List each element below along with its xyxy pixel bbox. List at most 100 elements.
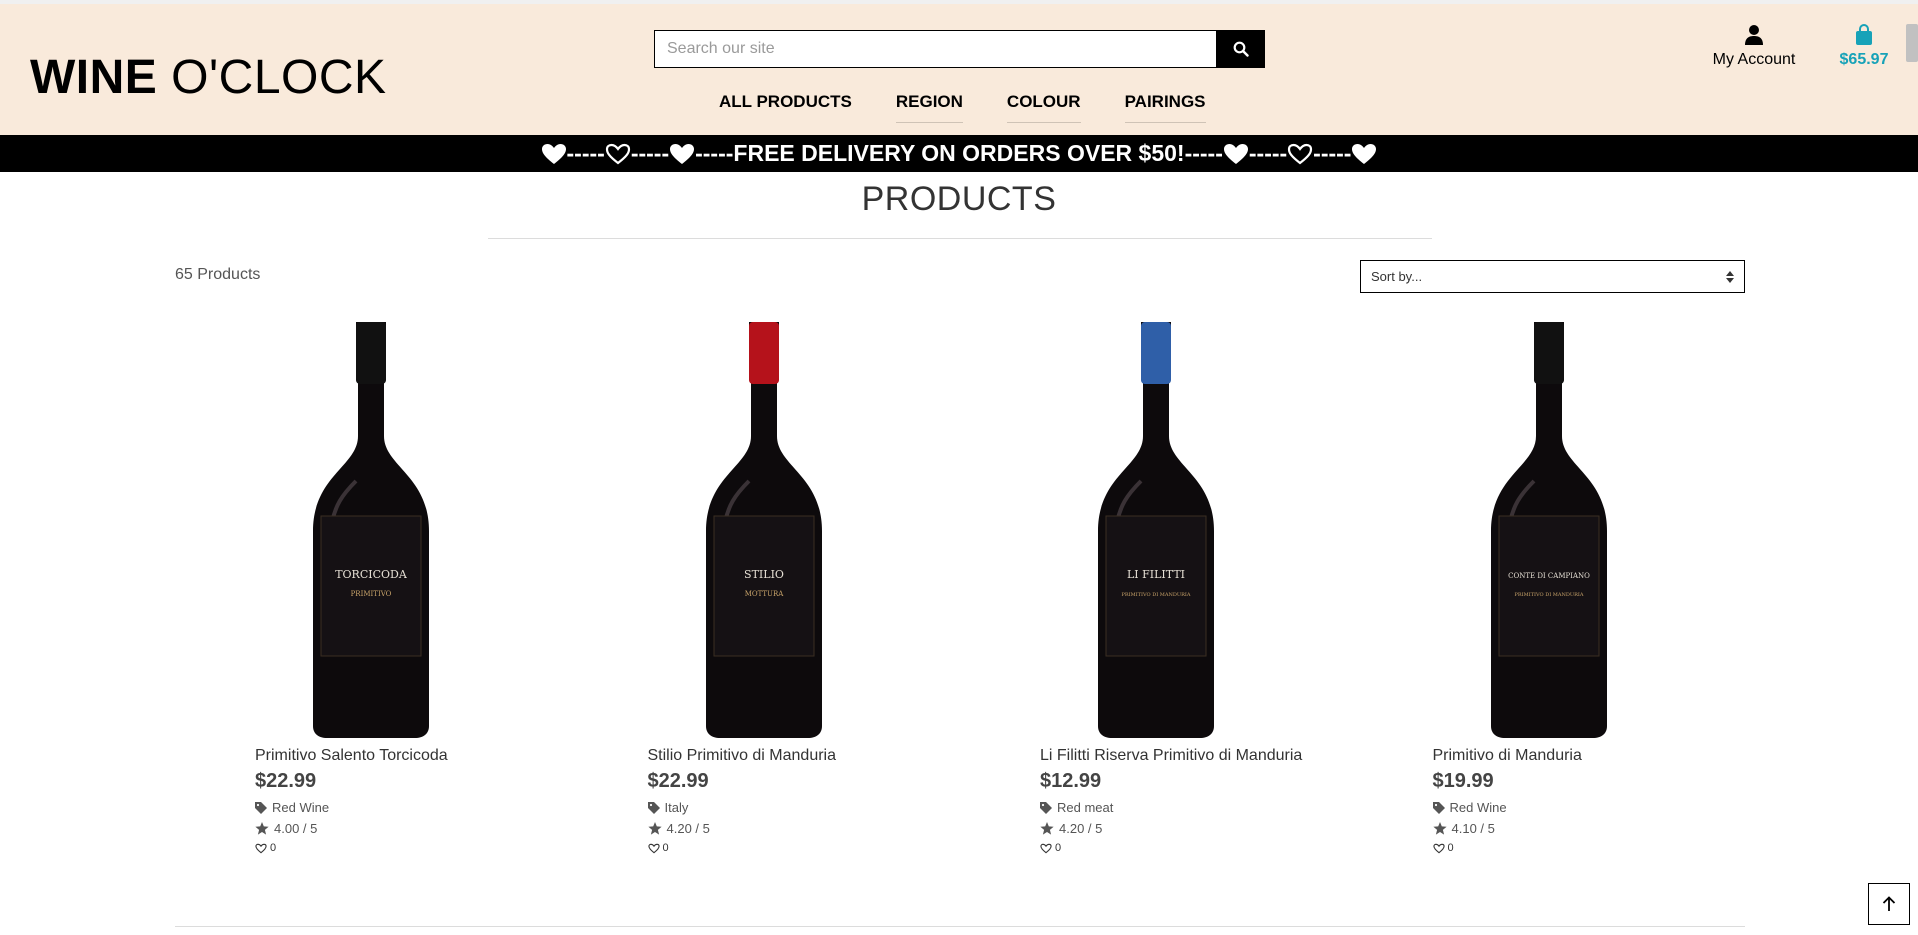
site-header: WINE O'CLOCK ALL PRODUCTS REGION COLOUR … — [0, 0, 1918, 135]
wishlist-button[interactable]: 0 — [255, 842, 568, 854]
wine-bottle-image: CONTE DI CAMPIANO PRIMITIVO DI MANDURIA — [1490, 322, 1607, 738]
product-category-label: Italy — [664, 800, 689, 815]
product-name[interactable]: Primitivo Salento Torcicoda — [255, 747, 568, 765]
search-input[interactable] — [654, 30, 1216, 68]
sort-select[interactable]: Sort by... — [1360, 260, 1745, 293]
product-rating: 4.20 / 5 — [647, 821, 961, 836]
product-image[interactable]: CONTE DI CAMPIANO PRIMITIVO DI MANDURIA — [1353, 310, 1746, 740]
heart-outline-icon — [1040, 843, 1052, 853]
grid-divider — [175, 926, 1745, 927]
nav-colour[interactable]: COLOUR — [1006, 92, 1081, 123]
nav-all-products[interactable]: ALL PRODUCTS — [719, 92, 852, 123]
bottle-capsule — [1533, 322, 1564, 384]
bottle-label-subtitle: PRIMITIVO — [351, 590, 392, 598]
product-name[interactable]: Stilio Primitivo di Manduria — [648, 747, 961, 765]
bottle-label-title: CONTE DI CAMPIANO — [1508, 572, 1590, 580]
product-name[interactable]: Li Filitti Riserva Primitivo di Manduria — [1040, 747, 1353, 765]
heart-outline-icon — [1432, 843, 1445, 853]
wishlist-count: 0 — [1447, 842, 1454, 854]
product-name[interactable]: Primitivo di Manduria — [1433, 747, 1746, 765]
bottle-label — [1105, 515, 1207, 657]
product-category-label: Red Wine — [1449, 800, 1507, 815]
user-icon — [1745, 25, 1763, 45]
tag-icon — [1432, 801, 1445, 814]
bottle-label-subtitle: PRIMITIVO DI MANDURIA — [1514, 592, 1583, 598]
product-image[interactable]: TORCICODA PRIMITIVO — [175, 310, 568, 740]
tag-icon — [255, 801, 267, 814]
product-card: LI FILITTI PRIMITIVO DI MANDURIA Li Filit… — [960, 310, 1353, 854]
product-card: STILIO MOTTURA Stilio Primitivo di Mandur… — [568, 310, 961, 854]
heart-filled-icon — [1352, 143, 1377, 164]
site-logo[interactable]: WINE O'CLOCK — [30, 50, 387, 105]
product-count: 65 Products — [175, 266, 261, 283]
heart-outline-icon — [605, 143, 630, 164]
logo-rest-text: O'CLOCK — [171, 51, 387, 104]
my-account-link[interactable]: My Account — [1710, 24, 1798, 69]
search-button[interactable] — [1216, 30, 1265, 68]
product-rating-value: 4.00 / 5 — [274, 821, 318, 836]
sort-select-value: Sort by... — [1371, 269, 1423, 284]
search-form — [654, 30, 1265, 68]
product-price: $12.99 — [1040, 770, 1102, 792]
wishlist-button[interactable]: 0 — [1040, 842, 1353, 854]
banner-text: -----FREE DELIVERY ON ORDERS OVER $50!--… — [695, 140, 1223, 166]
wishlist-count: 0 — [1055, 842, 1062, 854]
page-title: PRODUCTS — [861, 180, 1057, 218]
product-rating-value: 4.20 / 5 — [666, 821, 710, 836]
product-category[interactable]: Red Wine — [1432, 800, 1746, 815]
wishlist-button[interactable]: 0 — [647, 842, 961, 854]
logo-bold-text: WINE — [30, 51, 158, 104]
bottle-label — [1498, 515, 1600, 657]
bottle-label-subtitle: MOTTURA — [744, 590, 784, 598]
product-category[interactable]: Red meat — [1040, 800, 1353, 815]
product-price: $22.99 — [647, 770, 709, 792]
main-nav: ALL PRODUCTS REGION COLOUR PAIRINGS — [700, 92, 1231, 123]
wishlist-button[interactable]: 0 — [1432, 842, 1746, 854]
bottle-capsule — [1141, 322, 1172, 384]
product-category-label: Red Wine — [272, 800, 330, 815]
shopping-bag-icon — [1856, 24, 1872, 45]
wishlist-count: 0 — [662, 842, 669, 854]
bottle-label-title: LI FILITTI — [1127, 568, 1185, 581]
search-icon — [1233, 41, 1249, 57]
nav-region[interactable]: REGION — [895, 92, 963, 123]
product-rating: 4.00 / 5 — [255, 821, 568, 836]
product-rating: 4.20 / 5 — [1040, 821, 1353, 836]
product-price: $22.99 — [255, 770, 317, 792]
star-icon — [1040, 822, 1054, 835]
product-rating-value: 4.20 / 5 — [1059, 821, 1103, 836]
heart-filled-icon — [1223, 143, 1248, 164]
title-divider — [488, 238, 1432, 239]
product-grid: TORCICODA PRIMITIVO Primitivo Salento Tor… — [175, 310, 1745, 854]
bottle-label-subtitle: PRIMITIVO DI MANDURIA — [1122, 592, 1191, 598]
product-rating: 4.10 / 5 — [1432, 821, 1746, 836]
bag-total: $65.97 — [1839, 51, 1889, 68]
banner-dashes: ----- — [1248, 140, 1288, 166]
heart-outline-icon — [1288, 143, 1313, 164]
banner-dashes: ----- — [1313, 140, 1352, 166]
bottle-capsule — [356, 322, 387, 384]
star-icon — [255, 822, 269, 835]
arrow-up-icon — [1882, 896, 1896, 911]
tag-icon — [1040, 801, 1052, 814]
bottle-label-title: STILIO — [744, 568, 784, 581]
wine-bottle-image: STILIO MOTTURA — [705, 322, 822, 738]
wine-bottle-image: LI FILITTI PRIMITIVO DI MANDURIA — [1098, 322, 1215, 738]
product-category[interactable]: Red Wine — [255, 800, 568, 815]
nav-pairings[interactable]: PAIRINGS — [1124, 92, 1206, 123]
product-image[interactable]: LI FILITTI PRIMITIVO DI MANDURIA — [960, 310, 1353, 740]
tag-icon — [647, 801, 660, 814]
product-image[interactable]: STILIO MOTTURA — [568, 310, 961, 740]
back-to-top-button[interactable] — [1868, 883, 1910, 925]
my-account-label: My Account — [1712, 51, 1796, 68]
product-category[interactable]: Italy — [647, 800, 961, 815]
star-icon — [647, 822, 662, 835]
heart-filled-icon — [670, 143, 695, 164]
product-category-label: Red meat — [1057, 800, 1114, 815]
bottle-label — [320, 515, 422, 657]
banner-dashes: ----- — [566, 140, 605, 166]
sort-arrows-icon — [1726, 270, 1734, 283]
page-scrollbar[interactable] — [1906, 24, 1918, 62]
shopping-bag-link[interactable]: $65.97 — [1836, 24, 1892, 69]
wishlist-count: 0 — [270, 842, 277, 854]
